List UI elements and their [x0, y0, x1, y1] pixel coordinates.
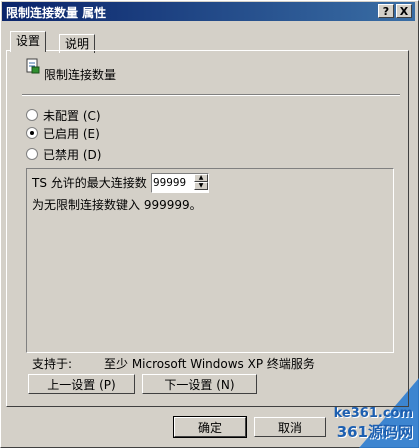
watermark-site: ke361.com	[333, 406, 413, 421]
ok-button[interactable]: 确定	[173, 416, 247, 438]
tab-explain-label: 说明	[65, 37, 90, 51]
help-button[interactable]: ?	[378, 4, 394, 18]
watermark: ke361.com 361源码网	[334, 406, 413, 442]
tab-settings[interactable]: 设置	[10, 31, 47, 52]
close-button[interactable]: X	[396, 4, 412, 18]
tab-settings-label: 设置	[16, 34, 41, 48]
cancel-button[interactable]: 取消	[254, 417, 326, 437]
watermark-brand: 361源码网	[336, 423, 413, 441]
title-bar: 限制连接数量 属性 ? X	[2, 2, 415, 21]
settings-panel	[6, 50, 409, 407]
window-title: 限制连接数量 属性	[6, 6, 107, 20]
